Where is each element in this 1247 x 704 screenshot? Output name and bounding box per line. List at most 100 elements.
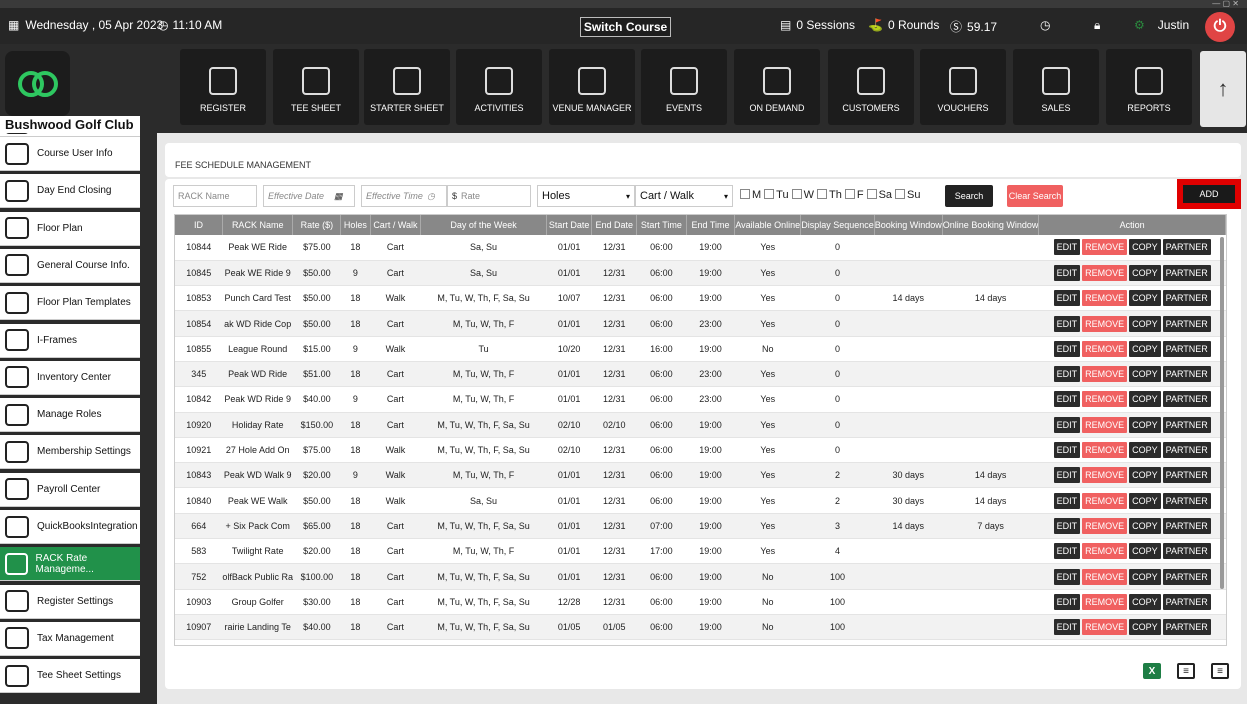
partner-button[interactable]: PARTNER — [1162, 593, 1211, 610]
table-row[interactable]: 10853 Punch Card Test $50.00 18 Walk M, Tu, W… — [175, 285, 1226, 312]
table-row[interactable]: 10842 Peak WD Ride 9 $40.00 9 Cart M, Tu, W, … — [175, 386, 1226, 413]
sidebar-item-manage-roles[interactable]: Manage Roles — [0, 398, 140, 433]
nav-tile-on-demand[interactable]: ON DEMAND — [734, 49, 820, 125]
scroll-up-button[interactable]: ↑ — [1200, 51, 1246, 127]
column-header[interactable]: Holes — [340, 215, 371, 235]
nav-tile-sales[interactable]: SALES — [1013, 49, 1099, 125]
table-row[interactable]: 10840 Peak WE Walk $50.00 18 Walk Sa, Su 01/01… — [175, 487, 1226, 514]
effective-date-input[interactable]: Effective Date ▦ — [263, 185, 355, 207]
copy-button[interactable]: COPY — [1129, 264, 1161, 281]
sidebar-item-tee-sheet-settings[interactable]: Tee Sheet Settings — [0, 659, 140, 694]
edit-button[interactable]: EDIT — [1053, 467, 1081, 484]
day-checkbox-tu[interactable]: Tu — [764, 189, 789, 201]
remove-button[interactable]: REMOVE — [1082, 467, 1128, 484]
table-row[interactable]: 10844 Peak WE Ride $75.00 18 Cart Sa, Su 01/01… — [175, 235, 1226, 261]
sidebar-item-membership-settings[interactable]: Membership Settings — [0, 435, 140, 470]
table-row[interactable]: 10920 Holiday Rate $150.00 18 Cart M, Tu, W, … — [175, 412, 1226, 438]
column-header[interactable]: ID — [175, 215, 223, 235]
partner-button[interactable]: PARTNER — [1162, 416, 1211, 433]
copy-button[interactable]: COPY — [1129, 239, 1161, 256]
cart-walk-select[interactable]: Cart / Walk ▾ — [635, 185, 733, 207]
partner-button[interactable]: PARTNER — [1162, 517, 1211, 534]
nav-tile-events[interactable]: EVENTS — [641, 49, 727, 125]
day-checkbox-f[interactable]: F — [844, 189, 864, 201]
edit-button[interactable]: EDIT — [1053, 593, 1081, 610]
column-header[interactable]: End Date — [591, 215, 638, 235]
edit-button[interactable]: EDIT — [1053, 290, 1081, 307]
partner-button[interactable]: PARTNER — [1162, 315, 1211, 332]
sidebar-item-day-end-closing[interactable]: Day End Closing — [0, 174, 140, 209]
balance-stat[interactable]: Ⓢ 59.17 — [950, 18, 997, 35]
edit-button[interactable]: EDIT — [1053, 264, 1081, 281]
copy-button[interactable]: COPY — [1129, 340, 1161, 357]
copy-button[interactable]: COPY — [1129, 619, 1161, 636]
copy-button[interactable]: COPY — [1129, 467, 1161, 484]
copy-button[interactable]: COPY — [1129, 315, 1161, 332]
table-row[interactable]: 10903 Group Golfer $30.00 18 Cart M, Tu, W, T… — [175, 589, 1226, 615]
edit-button[interactable]: EDIT — [1053, 391, 1081, 408]
partner-button[interactable]: PARTNER — [1162, 264, 1211, 281]
excel-export-icon[interactable]: X — [1143, 663, 1161, 679]
table-row[interactable]: 10843 Peak WD Walk 9 $20.00 9 Walk M, Tu, W, … — [175, 462, 1226, 489]
table-scrollbar[interactable] — [1220, 237, 1224, 589]
remove-button[interactable]: REMOVE — [1082, 543, 1128, 560]
copy-button[interactable]: COPY — [1129, 517, 1161, 534]
remove-button[interactable]: REMOVE — [1082, 366, 1128, 383]
day-checkbox-sa[interactable]: Sa — [866, 189, 892, 201]
table-row[interactable]: 752 olfBack Public Ra $100.00 18 Cart M, Tu, … — [175, 563, 1226, 590]
sidebar-item-tax-management[interactable]: Tax Management — [0, 621, 140, 656]
copy-button[interactable]: COPY — [1129, 593, 1161, 610]
sidebar-item-general-course-info[interactable]: General Course Info. — [0, 248, 140, 283]
remove-button[interactable]: REMOVE — [1082, 442, 1128, 459]
column-header[interactable]: Cart / Walk — [370, 215, 422, 235]
column-header[interactable]: Booking Window — [874, 215, 943, 235]
partner-button[interactable]: PARTNER — [1162, 543, 1211, 560]
remove-button[interactable]: REMOVE — [1082, 290, 1128, 307]
sidebar-item-floor-plan[interactable]: Floor Plan — [0, 211, 140, 246]
column-header[interactable]: Action — [1038, 215, 1226, 235]
copy-button[interactable]: COPY — [1129, 568, 1161, 585]
edit-button[interactable]: EDIT — [1053, 340, 1081, 357]
remove-button[interactable]: REMOVE — [1082, 315, 1128, 332]
rate-input[interactable]: $ Rate — [447, 185, 531, 207]
copy-button[interactable]: COPY — [1129, 442, 1161, 459]
day-checkbox-th[interactable]: Th — [817, 189, 842, 201]
remove-button[interactable]: REMOVE — [1082, 239, 1128, 256]
partner-button[interactable]: PARTNER — [1162, 340, 1211, 357]
remove-button[interactable]: REMOVE — [1082, 517, 1128, 534]
table-row[interactable]: 10845 Peak WE Ride 9 $50.00 9 Cart Sa, Su 01/0… — [175, 260, 1226, 287]
edit-button[interactable]: EDIT — [1053, 568, 1081, 585]
sidebar-item-inventory-center[interactable]: Inventory Center — [0, 360, 140, 395]
copy-button[interactable]: COPY — [1129, 391, 1161, 408]
export-list-alt-icon[interactable]: ≡ — [1211, 663, 1229, 679]
column-header[interactable]: Day of the Week — [420, 215, 547, 235]
edit-button[interactable]: EDIT — [1053, 517, 1081, 534]
column-header[interactable]: Start Date — [546, 215, 593, 235]
nav-tile-vouchers[interactable]: VOUCHERS — [920, 49, 1006, 125]
partner-button[interactable]: PARTNER — [1162, 290, 1211, 307]
remove-button[interactable]: REMOVE — [1082, 264, 1128, 281]
add-button[interactable]: ADD — [1183, 185, 1235, 203]
copy-button[interactable]: COPY — [1129, 543, 1161, 560]
remove-button[interactable]: REMOVE — [1082, 568, 1128, 585]
partner-button[interactable]: PARTNER — [1162, 619, 1211, 636]
remove-button[interactable]: REMOVE — [1082, 619, 1128, 636]
table-row[interactable]: 583 Twilight Rate $20.00 18 Cart M, Tu, W, Th… — [175, 538, 1226, 565]
table-row[interactable]: 10855 League Round $15.00 9 Walk Tu 10/20 12/31… — [175, 336, 1226, 362]
edit-button[interactable]: EDIT — [1053, 492, 1081, 509]
remove-button[interactable]: REMOVE — [1082, 340, 1128, 357]
sidebar-item-register-settings[interactable]: Register Settings — [0, 584, 140, 619]
sidebar-item-course-user-info[interactable]: Course User Info — [0, 137, 140, 171]
remove-button[interactable]: REMOVE — [1082, 492, 1128, 509]
nav-tile-activities[interactable]: ACTIVITIES — [456, 49, 542, 125]
partner-button[interactable]: PARTNER — [1162, 239, 1211, 256]
clear-search-button[interactable]: Clear Search — [1007, 185, 1063, 207]
edit-button[interactable]: EDIT — [1053, 239, 1081, 256]
holes-select[interactable]: Holes ▾ — [537, 185, 635, 207]
partner-button[interactable]: PARTNER — [1162, 492, 1211, 509]
edit-button[interactable]: EDIT — [1053, 543, 1081, 560]
edit-button[interactable]: EDIT — [1053, 442, 1081, 459]
edit-button[interactable]: EDIT — [1053, 619, 1081, 636]
column-header[interactable]: Rate ($) — [292, 215, 342, 235]
remove-button[interactable]: REMOVE — [1082, 391, 1128, 408]
